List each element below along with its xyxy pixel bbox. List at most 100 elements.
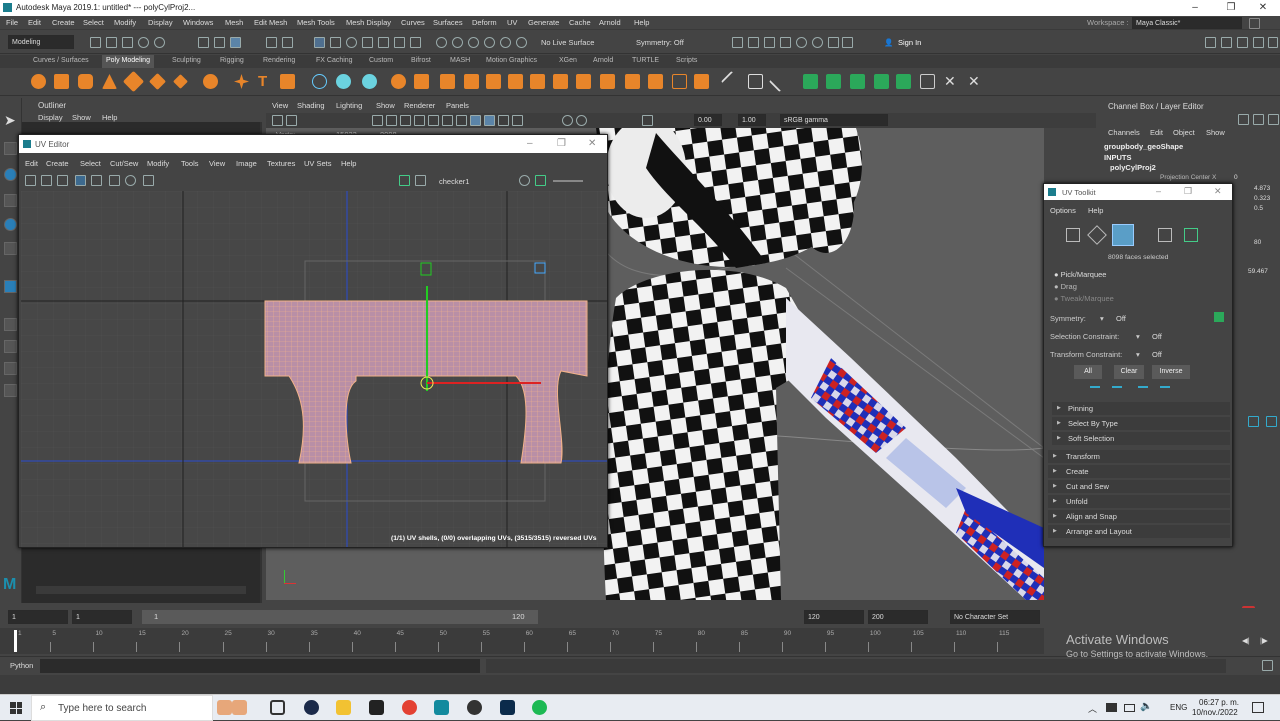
channel-val-7[interactable]: 80 bbox=[1254, 239, 1261, 246]
exposure-icon[interactable] bbox=[642, 115, 653, 126]
attribute-editor-icon[interactable] bbox=[1221, 37, 1232, 48]
uv-display-icon[interactable] bbox=[535, 175, 546, 186]
viewport-menu-view[interactable]: View bbox=[272, 101, 288, 110]
channel-menu-edit[interactable]: Edit bbox=[1150, 128, 1163, 137]
render-frame-icon[interactable] bbox=[748, 37, 759, 48]
shelf-tab-xgen[interactable]: XGen bbox=[559, 57, 577, 64]
playblast-icon[interactable] bbox=[828, 37, 839, 48]
input-ops-icon[interactable] bbox=[468, 37, 479, 48]
selection-constraint-arrow-icon[interactable]: ▾ bbox=[1136, 332, 1140, 341]
layout-side-icon[interactable] bbox=[4, 340, 17, 353]
shelf-tab-bifrost[interactable]: Bifrost bbox=[411, 57, 431, 64]
clear-selection-button[interactable]: Clear bbox=[1114, 365, 1144, 379]
cylindrical-uv-icon[interactable] bbox=[826, 74, 841, 89]
menu-select[interactable]: Select bbox=[83, 18, 104, 27]
channel-menu-channels[interactable]: Channels bbox=[1108, 128, 1140, 137]
render-view-icon[interactable] bbox=[732, 37, 743, 48]
uv-frame-selected-icon[interactable] bbox=[41, 175, 52, 186]
range-slider[interactable]: 1 120 bbox=[142, 610, 538, 624]
menu-mesh[interactable]: Mesh bbox=[225, 18, 243, 27]
menu-generate[interactable]: Generate bbox=[528, 18, 559, 27]
pause-icon[interactable] bbox=[842, 37, 853, 48]
inverse-selection-button[interactable]: Inverse bbox=[1152, 365, 1190, 379]
uv-edge-mode-icon[interactable] bbox=[1087, 225, 1107, 245]
menu-deform[interactable]: Deform bbox=[472, 18, 497, 27]
uv-shell-mode-icon[interactable] bbox=[1158, 228, 1172, 242]
shelf-tab-rendering[interactable]: Rendering bbox=[263, 57, 295, 64]
uv-grid-icon[interactable] bbox=[109, 175, 120, 186]
tray-app-icon[interactable] bbox=[1106, 703, 1117, 712]
menu-file[interactable]: File bbox=[6, 18, 18, 27]
shelf-tab-mash[interactable]: MASH bbox=[450, 57, 470, 64]
taskbar-app-1-icon[interactable] bbox=[217, 700, 232, 715]
uv-menu-create[interactable]: Create bbox=[46, 159, 69, 168]
cut-uv-icon[interactable]: ✕ bbox=[968, 74, 983, 89]
channel-val-2[interactable]: 0.323 bbox=[1254, 195, 1270, 202]
language-indicator[interactable]: ENG bbox=[1170, 703, 1187, 712]
svg-icon[interactable] bbox=[280, 74, 295, 89]
channel-attr-value[interactable]: 0 bbox=[1234, 174, 1238, 181]
triangulate-icon[interactable] bbox=[672, 74, 687, 89]
layout-outliner-icon[interactable] bbox=[4, 384, 17, 397]
shelf-tab-custom[interactable]: Custom bbox=[369, 57, 393, 64]
ipr-render-icon[interactable] bbox=[764, 37, 775, 48]
taskbar-search-box[interactable]: ⌕ Type here to search bbox=[31, 695, 213, 721]
poly-cylinder-icon[interactable] bbox=[78, 74, 93, 89]
automatic-uv-icon[interactable] bbox=[874, 74, 889, 89]
open-scene-icon[interactable] bbox=[106, 37, 117, 48]
range-start-field[interactable]: 1 bbox=[72, 610, 132, 624]
layout-four-icon[interactable] bbox=[4, 318, 17, 331]
shelf-tab-turtle[interactable]: TURTLE bbox=[632, 57, 659, 64]
mirror-icon[interactable] bbox=[486, 74, 501, 89]
resolution-gate-icon[interactable] bbox=[400, 115, 411, 126]
tray-chevron-icon[interactable]: ︿ bbox=[1088, 702, 1097, 715]
uv-shaded-icon[interactable] bbox=[75, 175, 86, 186]
section-create[interactable]: Create bbox=[1048, 465, 1230, 478]
unfold-uv-icon[interactable] bbox=[896, 74, 911, 89]
symmetry-value[interactable]: Off bbox=[1116, 314, 1126, 323]
uv-grid-area[interactable]: (1/1) UV shells, (0/0) overlapping UVs, … bbox=[21, 191, 607, 547]
outliner-menu-show[interactable]: Show bbox=[72, 113, 91, 122]
range-end-field[interactable]: 120 bbox=[804, 610, 864, 624]
pick-marquee-radio[interactable]: ● Pick/Marquee bbox=[1054, 270, 1106, 279]
poly-sphere-icon[interactable] bbox=[31, 74, 46, 89]
epic-games-icon[interactable] bbox=[369, 700, 384, 715]
select-border-icon[interactable] bbox=[1138, 386, 1148, 394]
outliner-menu-help[interactable]: Help bbox=[102, 113, 117, 122]
menu-arnold[interactable]: Arnold bbox=[599, 18, 621, 27]
type-icon[interactable]: T bbox=[258, 74, 273, 89]
uv-editor-minimize-icon[interactable]: – bbox=[527, 138, 533, 149]
super-shape-icon[interactable] bbox=[234, 74, 249, 89]
menu-windows[interactable]: Windows bbox=[183, 18, 213, 27]
layer-icon-2[interactable] bbox=[1266, 416, 1277, 427]
uv-toolkit-close-icon[interactable]: ✕ bbox=[1214, 186, 1222, 197]
drag-radio[interactable]: ● Drag bbox=[1054, 282, 1077, 291]
channel-menu-object[interactable]: Object bbox=[1173, 128, 1195, 137]
scale-tool-icon[interactable] bbox=[4, 242, 17, 255]
camera-select-icon[interactable] bbox=[272, 115, 283, 126]
section-align-and-snap[interactable]: Align and Snap bbox=[1048, 510, 1230, 523]
layout-uv-icon[interactable] bbox=[920, 74, 935, 89]
layout-top-icon[interactable] bbox=[4, 362, 17, 375]
character-set-dropdown[interactable]: No Character Set bbox=[950, 610, 1040, 624]
safe-action-icon[interactable] bbox=[442, 115, 453, 126]
select-face-icon[interactable] bbox=[314, 37, 325, 48]
history-icon[interactable] bbox=[452, 37, 463, 48]
current-time-indicator[interactable] bbox=[14, 630, 17, 652]
snap-point-icon[interactable] bbox=[378, 37, 389, 48]
minimize-icon[interactable]: – bbox=[1178, 0, 1212, 16]
construction-history-icon[interactable] bbox=[500, 37, 511, 48]
menu-cache[interactable]: Cache bbox=[569, 18, 591, 27]
uv-editor-maximize-icon[interactable]: ❐ bbox=[557, 138, 566, 149]
shelf-tab-sculpting[interactable]: Sculpting bbox=[172, 57, 201, 64]
start-frame-field[interactable]: 1 bbox=[8, 610, 68, 624]
output-ops-icon[interactable] bbox=[484, 37, 495, 48]
fill-hole-icon[interactable] bbox=[530, 74, 545, 89]
snap-live-icon[interactable] bbox=[410, 37, 421, 48]
task-view-icon[interactable] bbox=[270, 700, 285, 715]
volume-icon[interactable]: 🔈 bbox=[1140, 701, 1152, 712]
photoshop-icon[interactable] bbox=[500, 700, 515, 715]
planar-uv-icon[interactable] bbox=[803, 74, 818, 89]
select-uv-icon[interactable] bbox=[330, 37, 341, 48]
viewport-menu-renderer[interactable]: Renderer bbox=[404, 101, 435, 110]
